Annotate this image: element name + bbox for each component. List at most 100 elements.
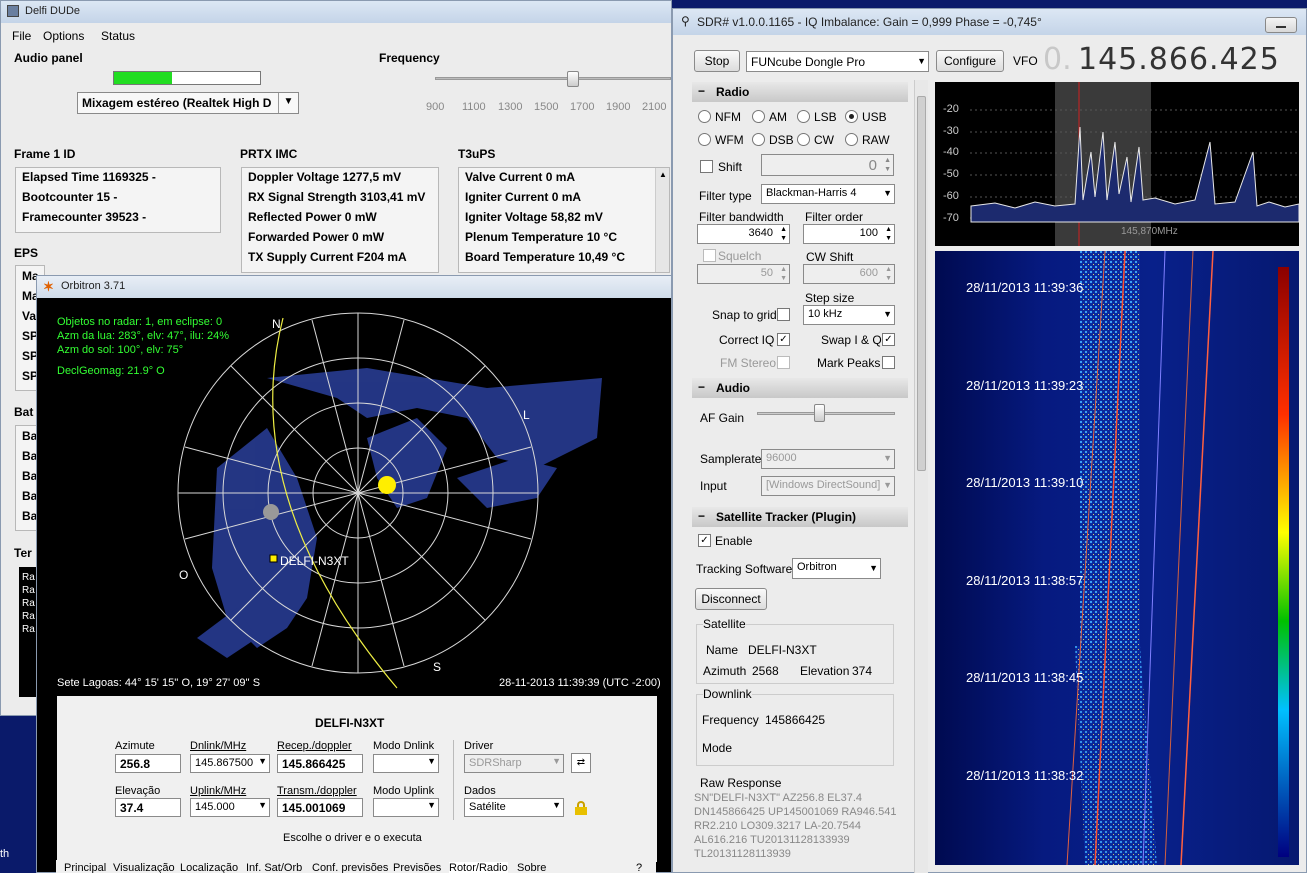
app-icon xyxy=(7,5,19,17)
orbitron-tab[interactable]: Conf. previsões xyxy=(312,862,388,873)
telemetry-key: Igniter Current xyxy=(465,190,549,204)
waterfall-timestamp: 28/11/2013 11:39:10 xyxy=(966,475,1084,490)
sun-marker xyxy=(378,476,396,494)
satellite-radar-label[interactable]: DELFI-N3XT xyxy=(280,554,349,568)
tracking-select[interactable]: Orbitron ▼ xyxy=(792,558,881,579)
radio-section-header[interactable]: − Radio xyxy=(692,82,908,102)
shift-checkbox[interactable] xyxy=(700,160,713,173)
telemetry-row: Board Temperature 10,49 °C xyxy=(465,250,625,264)
audio-device-select[interactable]: Mixagem estéreo (Realtek High D ▼ xyxy=(77,92,299,114)
orbitron-tab[interactable]: Sobre xyxy=(517,862,546,873)
squelch-checkbox[interactable] xyxy=(703,249,716,262)
recep-field[interactable]: 145.866425 xyxy=(277,754,363,773)
configure-button[interactable]: Configure xyxy=(936,50,1004,72)
menu-options[interactable]: Options xyxy=(43,29,84,43)
t3ups-scrollbar[interactable]: ▲ xyxy=(655,168,669,272)
lock-icon[interactable] xyxy=(575,801,587,815)
menu-status[interactable]: Status xyxy=(101,29,135,43)
dados-value: Satélite xyxy=(469,801,506,813)
mode-radio-wfm[interactable] xyxy=(698,133,711,146)
bandwidth-spinner[interactable]: 3640 ▲ ▼ xyxy=(697,224,790,244)
transm-value: 145.001069 xyxy=(282,801,346,815)
af-gain-track[interactable] xyxy=(757,412,895,415)
recep-label: Recep./doppler xyxy=(277,740,352,752)
squelch-value: 50 xyxy=(760,267,773,279)
snap-checkbox[interactable] xyxy=(777,308,790,321)
dados-select[interactable]: Satélite ▼ xyxy=(464,798,564,817)
menu-file[interactable]: File xyxy=(12,29,31,43)
radar-info-line: Objetos no radar: 1, em eclipse: 0 xyxy=(57,316,223,328)
panel-scrollbar[interactable] xyxy=(914,80,928,873)
correct-iq-checkbox[interactable]: ✓ xyxy=(777,333,790,346)
samplerate-select[interactable]: 96000 ▼ xyxy=(761,449,895,469)
mode-radio-am[interactable] xyxy=(752,110,765,123)
vfo-frequency[interactable]: 145.866.425 xyxy=(1078,42,1280,77)
minimize-button[interactable] xyxy=(1265,17,1297,33)
radar-info-line: Azm do sol: 100°, elv: 75° xyxy=(57,344,184,356)
step-value: 10 kHz xyxy=(808,308,843,320)
tracker-section-header[interactable]: − Satellite Tracker (Plugin) xyxy=(692,507,908,527)
color-scale-bar xyxy=(1278,267,1289,857)
frame-label: Frame 1 ID xyxy=(14,147,76,161)
transm-field[interactable]: 145.001069 xyxy=(277,798,363,817)
chevron-down-icon: ▼ xyxy=(258,800,267,810)
order-value: 100 xyxy=(859,227,878,239)
raw-response-line: TL20131128113939 xyxy=(694,848,791,860)
telemetry-row: Bootcounter 15 - xyxy=(22,190,117,204)
dnlink-select[interactable]: 145.867500 ▼ xyxy=(190,754,270,773)
mode-radio-dsb[interactable] xyxy=(752,133,765,146)
telemetry-row: Valve Current 0 mA xyxy=(465,170,575,184)
orbitron-tab[interactable]: Visualização xyxy=(113,862,175,873)
mode-radio-lsb[interactable] xyxy=(797,110,810,123)
shift-spinner[interactable]: 0 ▲ ▼ xyxy=(761,154,894,176)
sdr-icon: ⚲ xyxy=(681,14,690,28)
telemetry-unit: mW xyxy=(354,210,377,224)
mode-radio-nfm[interactable] xyxy=(698,110,711,123)
compass-o: O xyxy=(179,568,189,582)
orbitron-tab[interactable]: Rotor/Radio xyxy=(449,862,508,873)
samplerate-label: Samplerate xyxy=(700,452,762,466)
af-gain-thumb[interactable] xyxy=(813,404,825,422)
audio-section-header[interactable]: − Audio xyxy=(692,378,908,398)
elevacao-field[interactable]: 37.4 xyxy=(115,798,181,817)
orbitron-tab[interactable]: Principal xyxy=(64,862,106,873)
stop-button[interactable]: Stop xyxy=(694,50,740,72)
spectrum-y-tick: -50 xyxy=(943,168,959,181)
declgeomag-text: DeclGeomag: 21.9° O xyxy=(57,365,165,377)
modo-uplink-select[interactable]: ▼ xyxy=(373,798,439,817)
help-tab[interactable]: ? xyxy=(636,862,642,873)
frequency-slider-thumb[interactable] xyxy=(567,71,579,87)
squelch-spinner[interactable]: 50 ▲ ▼ xyxy=(697,264,790,284)
cwshift-spinner[interactable]: 600 ▲ ▼ xyxy=(803,264,895,284)
enable-checkbox[interactable]: ✓ xyxy=(698,534,711,547)
telemetry-value: 0 xyxy=(352,230,359,244)
af-gain-label: AF Gain xyxy=(700,411,745,425)
spinner-arrows-icon: ▲ ▼ xyxy=(885,266,892,282)
device-select[interactable]: FUNcube Dongle Pro ▼ xyxy=(746,51,929,72)
orbitron-tab[interactable]: Localização xyxy=(180,862,238,873)
input-select[interactable]: [Windows DirectSound] ▼ xyxy=(761,476,895,496)
fm-stereo-checkbox[interactable] xyxy=(777,356,790,369)
mode-radio-cw[interactable] xyxy=(797,133,810,146)
azimute-field[interactable]: 256.8 xyxy=(115,754,181,773)
modo-dnlink-select[interactable]: ▼ xyxy=(373,754,439,773)
disconnect-button[interactable]: Disconnect xyxy=(695,588,767,610)
filter-type-select[interactable]: Blackman-Harris 4 ▼ xyxy=(761,184,895,204)
step-select[interactable]: 10 kHz ▼ xyxy=(803,305,895,325)
mode-radio-raw[interactable] xyxy=(845,133,858,146)
orbitron-tab[interactable]: Inf. Sat/Orb xyxy=(246,862,302,873)
order-spinner[interactable]: 100 ▲ ▼ xyxy=(803,224,895,244)
telemetry-key: Forwarded Power xyxy=(248,230,349,244)
frequency-slider-track[interactable] xyxy=(435,77,671,80)
tracking-value: Orbitron xyxy=(797,561,837,573)
azimuth-label: Azimuth xyxy=(703,664,747,678)
uplink-select[interactable]: 145.000 ▼ xyxy=(190,798,270,817)
scrollbar-thumb[interactable] xyxy=(917,96,926,471)
orbitron-tab[interactable]: Previsões xyxy=(393,862,441,873)
driver-select[interactable]: SDRSharp ▼ xyxy=(464,754,564,773)
mode-radio-usb[interactable] xyxy=(845,110,858,123)
spectrum-view[interactable]: -20 -30 -40 -50 -60 -70 145,870MHz xyxy=(935,82,1299,246)
swap-iq-checkbox[interactable]: ✓ xyxy=(882,333,895,346)
mark-peaks-checkbox[interactable] xyxy=(882,356,895,369)
run-driver-icon[interactable]: ⇄ xyxy=(571,753,591,773)
